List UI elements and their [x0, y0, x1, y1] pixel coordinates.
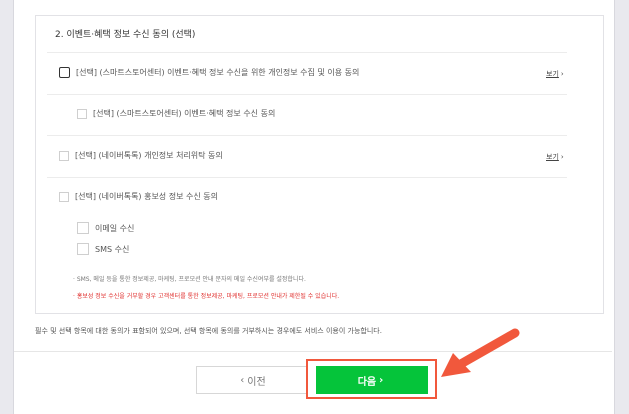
chevron-right-icon: › — [379, 374, 384, 386]
footer-notice: 필수 및 선택 항목에 대한 동의가 표함되어 있으며, 선택 항목에 동의를 … — [35, 327, 382, 335]
next-button-label: 다음 — [357, 376, 377, 388]
consent-row-navertalk-promo[interactable]: [선택] (네이버톡톡) 홍보성 정보 수신 동의 — [59, 191, 218, 202]
navertalk-consign-view-link[interactable]: 보기 › — [546, 152, 564, 162]
divider — [47, 52, 567, 53]
divider — [47, 177, 567, 178]
chevron-left-icon: ‹ — [240, 374, 245, 386]
pointer-arrow-icon — [441, 328, 520, 377]
consent-row-email[interactable]: 이메일 수신 — [77, 222, 134, 234]
consent-row-sms[interactable]: SMS 수신 — [77, 243, 129, 255]
section-title: 2. 이벤트·혜택 정보 수신 동의 (선택) — [55, 30, 196, 40]
prev-button-label: 이전 — [247, 376, 266, 388]
navertalk-consign-label: [선택] (네이버톡톡) 개인정보 처리위탁 동의 — [75, 151, 223, 160]
divider — [47, 135, 567, 136]
consent-row-smartstore-receive[interactable]: [선택] (스마트스토어센터) 이벤트·혜택 정보 수신 동의 — [77, 108, 275, 119]
sms-label: SMS 수신 — [95, 244, 130, 254]
chevron-right-icon: › — [560, 70, 564, 78]
next-button[interactable]: 다음 › — [316, 366, 428, 394]
smartstore-privacy-view-link[interactable]: 보기 › — [546, 69, 564, 79]
smartstore-privacy-label: [선택] (스마트스토어센터) 이벤트·혜택 정보 수신을 위한 개인정보 수집… — [76, 68, 360, 77]
navertalk-promo-label: [선택] (네이버톡톡) 홍보성 정보 수신 동의 — [75, 192, 218, 201]
smartstore-receive-label: [선택] (스마트스토어센터) 이벤트·혜택 정보 수신 동의 — [93, 109, 276, 118]
warning-text: · 홍보성 정보 수신을 거부할 경우 고객센터를 통한 정보제공, 마케팅, … — [73, 293, 340, 300]
consent-row-smartstore-privacy[interactable]: [선택] (스마트스토어센터) 이벤트·혜택 정보 수신을 위한 개인정보 수집… — [59, 67, 359, 78]
navertalk-consign-checkbox[interactable] — [59, 150, 69, 161]
view-link-text: 보기 — [546, 70, 559, 78]
consent-row-navertalk-consign[interactable]: [선택] (네이버톡톡) 개인정보 처리위탁 동의 — [59, 150, 223, 161]
email-checkbox[interactable] — [77, 222, 89, 234]
divider — [47, 94, 567, 95]
email-label: 이메일 수신 — [95, 223, 135, 233]
navertalk-promo-checkbox[interactable] — [59, 191, 69, 202]
smartstore-privacy-checkbox[interactable] — [59, 67, 70, 78]
notice-text: · SMS, 메일 등을 통한 정보제공, 마케팅, 프로모션 안내 문자의 메… — [73, 276, 306, 283]
consent-section — [35, 15, 604, 314]
prev-button[interactable]: ‹ 이전 — [196, 366, 307, 394]
smartstore-receive-checkbox[interactable] — [77, 108, 87, 119]
sms-checkbox[interactable] — [77, 243, 89, 255]
chevron-right-icon: › — [560, 153, 564, 161]
view-link-text: 보기 — [546, 153, 559, 161]
